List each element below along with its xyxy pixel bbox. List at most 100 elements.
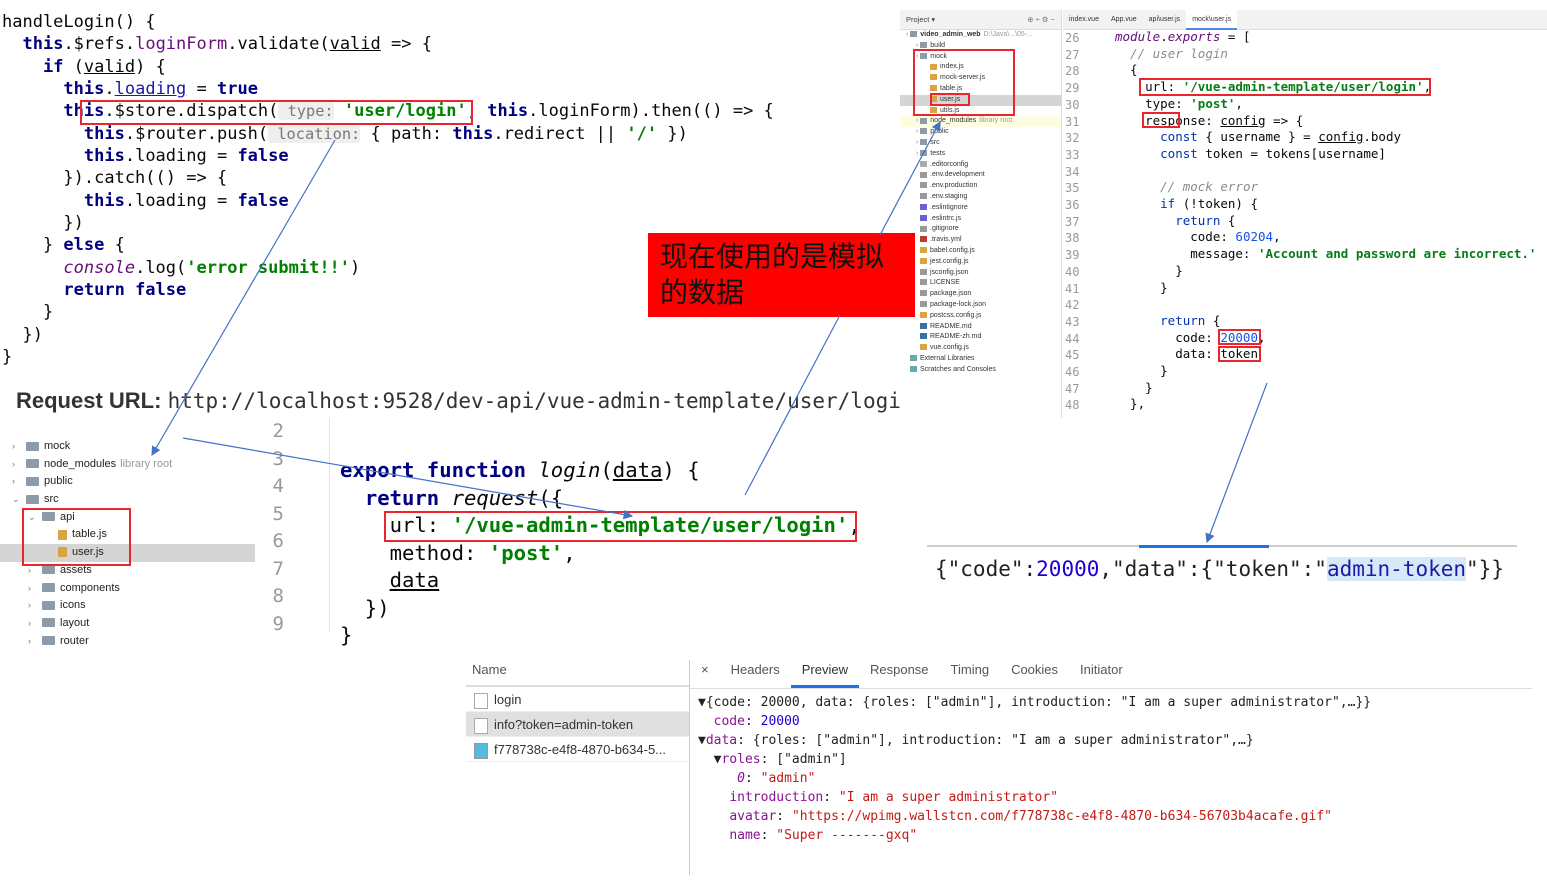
code-line: } (1115, 380, 1536, 397)
code-token: config (1318, 129, 1364, 145)
ide-tree-item[interactable]: › public (900, 127, 1061, 138)
image-file-icon (474, 742, 488, 759)
request-url-value[interactable]: http://localhost:9528/dev-api/vue-admin-… (168, 389, 914, 413)
line-number: 27 (1065, 47, 1080, 62)
code-token: ▼ (698, 733, 706, 748)
tab-initiator[interactable]: Initiator (1069, 660, 1134, 688)
api-code-gutter: 2 3 4 5 6 7 8 9 (255, 418, 330, 635)
expand-arrow-icon[interactable]: › (28, 615, 42, 633)
editor-tab[interactable]: index.vue (1063, 10, 1105, 30)
tree-item-icons[interactable]: › icons (0, 597, 255, 615)
ide-tree-item[interactable]: Scratches and Consoles (900, 365, 1061, 376)
tab-headers[interactable]: Headers (720, 660, 791, 688)
code-line: code: 60204, (1115, 229, 1536, 246)
code-token: 'post' (1190, 95, 1236, 111)
tab-preview[interactable]: Preview (790, 660, 859, 688)
ide-tree-item[interactable]: vue.config.js (900, 343, 1061, 354)
ide-tree-label: package.json (930, 290, 972, 298)
document-icon (474, 692, 488, 709)
code-token: = [ (1220, 29, 1251, 44)
ide-tree-item[interactable]: .env.development (900, 170, 1061, 181)
tree-item-src[interactable]: ⌄ src (0, 491, 255, 509)
tree-item-label: node_modules (44, 457, 117, 470)
ide-tree-label: External Libraries (920, 354, 975, 362)
code-token: }) (340, 595, 390, 620)
editor-tab[interactable]: api\user.js (1143, 10, 1187, 30)
ide-tree-item[interactable]: External Libraries (900, 354, 1061, 365)
code-line: }) (2, 212, 774, 234)
ide-tree-item[interactable]: package.json (900, 289, 1061, 300)
tree-item-node_modules[interactable]: › node_modules library root (0, 456, 255, 474)
expand-arrow-icon[interactable]: › (12, 473, 26, 491)
expand-arrow-icon[interactable]: › (12, 438, 26, 456)
editor-tab[interactable]: App.vue (1105, 10, 1143, 30)
code-line: }).catch(() => { (2, 167, 774, 189)
expand-arrow-icon[interactable]: › (12, 456, 26, 474)
name-column-header[interactable]: Name (466, 660, 689, 687)
code-token: code: (1115, 229, 1236, 245)
expand-arrow-icon[interactable]: › (28, 597, 42, 615)
response-highlight-box (1142, 112, 1180, 128)
ide-tree-item[interactable]: LICENSE (900, 278, 1061, 289)
ide-tree-item[interactable]: › node_modules library root (900, 116, 1061, 128)
tab-response[interactable]: Response (859, 660, 940, 688)
tab-timing[interactable]: Timing (940, 660, 1001, 688)
request-url-label: Request URL: (16, 388, 162, 413)
project-dropdown[interactable]: Project ▾ (906, 15, 935, 24)
line-number: 34 (1065, 164, 1080, 179)
code-token: : (776, 809, 792, 824)
ide-tree-item[interactable]: › video_admin_web D:\Java\...\05-... (900, 30, 1061, 41)
ide-tree-item[interactable]: README.md (900, 322, 1061, 333)
request-row[interactable]: f778738c-e4f8-4870-b634-5... (466, 737, 689, 762)
project-panel-header[interactable]: Project ▾ ⊕ ÷ ⚙ − (900, 10, 1061, 30)
request-row[interactable]: info?token=admin-token (466, 712, 689, 737)
code-token: .log( (135, 257, 187, 278)
ide-tree-item[interactable]: .eslintignore (900, 203, 1061, 214)
ide-tree-item[interactable]: › tests (900, 149, 1061, 160)
request-row[interactable]: login (466, 687, 689, 712)
ide-tree-item[interactable]: jsconfig.json (900, 268, 1061, 279)
ide-tree-label: .eslintrc.js (930, 214, 962, 222)
ide-tree-item[interactable]: babel.config.js (900, 246, 1061, 257)
ide-tree-item[interactable]: › src (900, 138, 1061, 149)
ide-tree-item[interactable]: package-lock.json (900, 300, 1061, 311)
line-number: 39 (1065, 248, 1080, 263)
ide-tree-item[interactable]: .eslintrc.js (900, 214, 1061, 225)
ide-tree-item[interactable]: README-zh.md (900, 332, 1061, 343)
code-token: . (104, 79, 115, 100)
code-token: 60204 (1235, 229, 1274, 245)
ide-tree-item[interactable]: .gitignore (900, 224, 1061, 235)
expand-arrow-icon[interactable]: ⌄ (12, 491, 26, 509)
code-line: this.loading = true (2, 78, 774, 100)
line-number: 31 (1065, 114, 1080, 129)
ide-tree-extra: D:\Java\...\05-... (983, 31, 1033, 38)
ide-tree-item[interactable]: .travis.yml (900, 235, 1061, 246)
editor-tab[interactable]: mock\user.js (1186, 9, 1238, 30)
ide-tree-item[interactable]: postcss.config.js (900, 311, 1061, 322)
ide-tree-label: build (930, 41, 946, 49)
expand-arrow-icon[interactable]: › (28, 580, 42, 598)
code-token: const (1160, 129, 1198, 145)
ide-tree-item[interactable]: .editorconfig (900, 160, 1061, 171)
code-token: .loginForm).then(() => { (528, 101, 774, 122)
tree-item-public[interactable]: › public (0, 473, 255, 491)
code-line: handleLogin() { (2, 11, 774, 33)
file-icon (920, 290, 927, 297)
ide-tree-label: README.md (930, 322, 972, 330)
tree-item-components[interactable]: › components (0, 580, 255, 598)
request-list: Name login info?token=admin-token f778738c… (466, 660, 690, 875)
panel-toolbar-icons[interactable]: ⊕ ÷ ⚙ − (1027, 10, 1061, 30)
close-panel-icon[interactable]: × (690, 660, 720, 688)
tree-item-mock[interactable]: › mock (0, 438, 255, 456)
expand-arrow-icon[interactable]: › (28, 633, 42, 651)
code-token: export function (340, 458, 539, 482)
tab-cookies[interactable]: Cookies (1000, 660, 1069, 688)
tree-item-router[interactable]: › router (0, 633, 255, 651)
ide-tree-item[interactable]: jest.config.js (900, 257, 1061, 268)
ide-tree-item[interactable]: .env.staging (900, 192, 1061, 203)
md-icon (920, 333, 927, 340)
ide-tree-item[interactable]: .env.production (900, 181, 1061, 192)
tree-item-layout[interactable]: › layout (0, 615, 255, 633)
